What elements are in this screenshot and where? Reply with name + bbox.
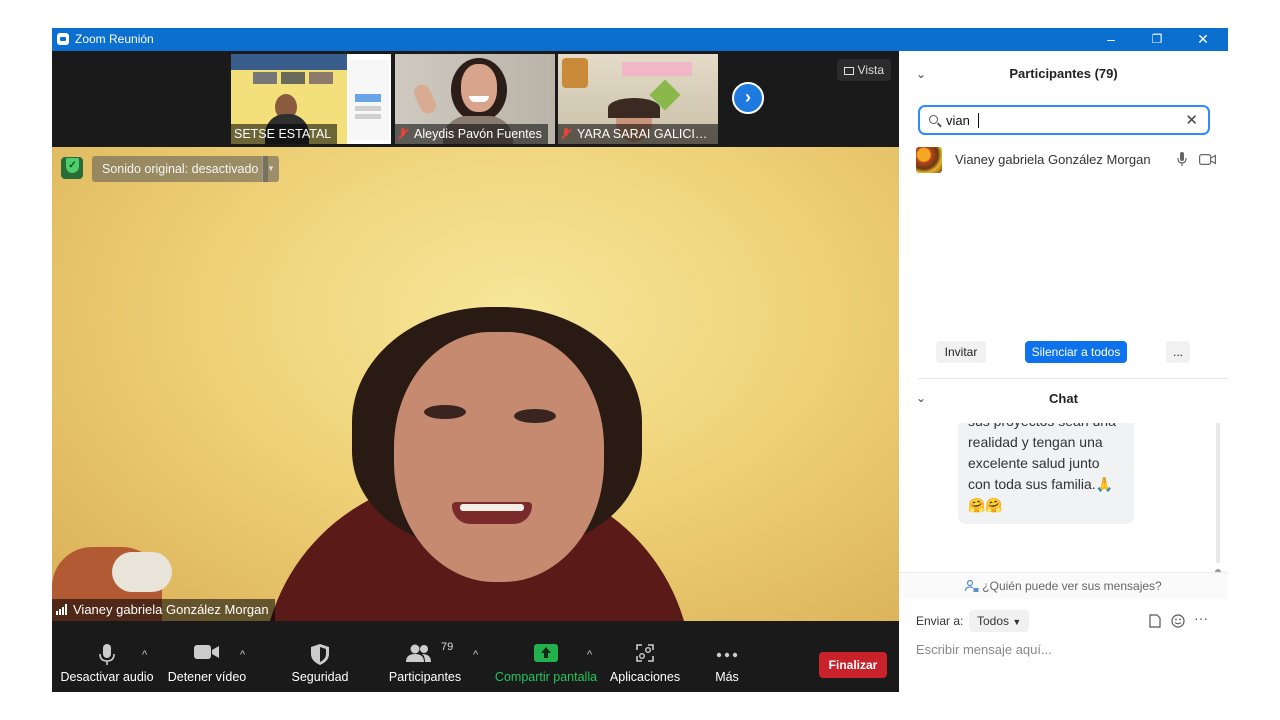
participants-header: ⌄ Participantes (79) [899, 51, 1228, 97]
original-sound-dropdown-icon[interactable]: ▼ [262, 156, 279, 182]
end-meeting-button[interactable]: Finalizar [819, 652, 887, 678]
chat-message-input[interactable]: Escribir mensaje aquí... [916, 642, 1052, 657]
thumbnail-aleydis-pavon[interactable]: Aleydis Pavón Fuentes [395, 54, 555, 144]
send-to-label: Enviar a: [916, 614, 964, 628]
video-camera-icon [194, 645, 219, 659]
participants-count-badge: 79 [441, 641, 454, 653]
zoom-window: Zoom Reunión – ❐ ✕ SETSE ESTATAL Aleydis… [52, 28, 1228, 692]
close-button[interactable]: ✕ [1180, 28, 1226, 51]
avatar [916, 147, 942, 173]
recipient-dropdown[interactable]: Todos ▼ [969, 610, 1030, 632]
participants-options-caret-icon[interactable]: ^ [473, 649, 478, 661]
participants-button[interactable]: 79 Participantes [385, 622, 465, 692]
thumbnail-caption: Aleydis Pavón Fuentes [395, 124, 548, 144]
send-to-row: Enviar a: Todos ▼ ··· [916, 610, 1216, 634]
side-panel: ⌄ Participantes (79) vian ✕ Vianey gabri… [899, 51, 1228, 692]
participant-list-item[interactable]: Vianey gabriela González Morgan [916, 147, 1216, 173]
signal-strength-icon [56, 604, 68, 615]
chat-header: ⌄ Chat [899, 391, 1228, 411]
share-screen-button[interactable]: Compartir pantalla [494, 622, 598, 692]
panel-divider [918, 378, 1228, 379]
chat-messages: sus proyectos sean una realidad y tengan… [899, 423, 1228, 571]
more-dots-icon [716, 652, 738, 658]
next-page-arrow-icon[interactable]: › [732, 82, 764, 114]
thumbnail-setse-estatal[interactable]: SETSE ESTATAL [231, 54, 391, 144]
person-lock-icon [965, 579, 979, 592]
more-button[interactable]: Más [702, 622, 752, 692]
active-speaker-video: Sonido original: desactivado ▼ Vianey ga… [52, 147, 899, 621]
microphone-icon [1177, 152, 1187, 166]
muted-mic-icon [398, 128, 408, 140]
participants-more-button[interactable]: ... [1166, 341, 1190, 363]
speaker-eye [514, 409, 556, 423]
encryption-shield-icon[interactable] [61, 157, 83, 179]
search-icon [929, 115, 938, 124]
background-object [112, 552, 172, 592]
window-title: Zoom Reunión [75, 32, 154, 46]
meeting-toolbar: Desactivar audio ^ Detener vídeo ^ Segur… [52, 622, 899, 692]
participant-search-input[interactable]: vian ✕ [918, 105, 1210, 135]
participants-icon [406, 644, 431, 662]
speaker-eye [424, 405, 466, 419]
restore-button[interactable]: ❐ [1134, 28, 1180, 51]
participant-status-icons [1177, 152, 1216, 167]
meeting-stage: SETSE ESTATAL Aleydis Pavón Fuentes YARA… [52, 51, 899, 692]
apps-icon [636, 644, 654, 662]
search-value: vian [946, 113, 970, 128]
mute-all-button[interactable]: Silenciar a todos [1025, 341, 1127, 363]
participant-name: Vianey gabriela González Morgan [955, 152, 1151, 167]
clear-search-icon[interactable]: ✕ [1185, 111, 1198, 129]
participants-title: Participantes (79) [1009, 66, 1118, 81]
muted-mic-icon [561, 128, 571, 140]
thumbnail-strip: SETSE ESTATAL Aleydis Pavón Fuentes YARA… [52, 51, 899, 146]
video-camera-icon [1199, 154, 1216, 166]
title-bar: Zoom Reunión – ❐ ✕ [52, 28, 1228, 51]
thumbnail-yara-sarai[interactable]: YARA SARAI GALICIA ... [558, 54, 718, 144]
chat-more-icon[interactable]: ··· [1194, 610, 1208, 626]
chat-message-bubble: sus proyectos sean una realidad y tengan… [958, 423, 1134, 524]
microphone-icon [99, 644, 115, 665]
share-options-caret-icon[interactable]: ^ [587, 649, 592, 661]
audio-options-caret-icon[interactable]: ^ [142, 649, 147, 661]
speaker-name-label: Vianey gabriela González Morgan [52, 599, 275, 621]
video-options-caret-icon[interactable]: ^ [240, 649, 245, 661]
text-cursor [978, 113, 979, 128]
zoom-app-icon [57, 33, 69, 45]
grid-view-icon [843, 67, 854, 75]
invite-button[interactable]: Invitar [936, 341, 986, 363]
security-shield-icon [311, 644, 329, 665]
original-sound-toggle[interactable]: Sonido original: desactivado [92, 156, 269, 182]
emoji-icon[interactable] [1171, 614, 1185, 628]
share-screen-icon [534, 644, 558, 662]
apps-button[interactable]: Aplicaciones [608, 622, 682, 692]
file-icon[interactable] [1149, 614, 1161, 628]
thumbnail-caption: YARA SARAI GALICIA ... [558, 124, 718, 144]
chat-scrollbar[interactable] [1215, 423, 1221, 575]
message-visibility-link[interactable]: ¿Quién puede ver sus mensajes? [899, 572, 1228, 599]
speaker-teeth [460, 504, 524, 511]
security-button[interactable]: Seguridad [284, 622, 356, 692]
chevron-down-icon: ▼ [1012, 617, 1022, 627]
minimize-button[interactable]: – [1088, 28, 1134, 51]
stop-video-button[interactable]: Detener vídeo [162, 622, 252, 692]
speaker-face [394, 332, 604, 582]
thumbnail-caption: SETSE ESTATAL [231, 124, 338, 144]
view-button[interactable]: Vista [836, 59, 891, 81]
chat-title: Chat [1049, 391, 1078, 406]
